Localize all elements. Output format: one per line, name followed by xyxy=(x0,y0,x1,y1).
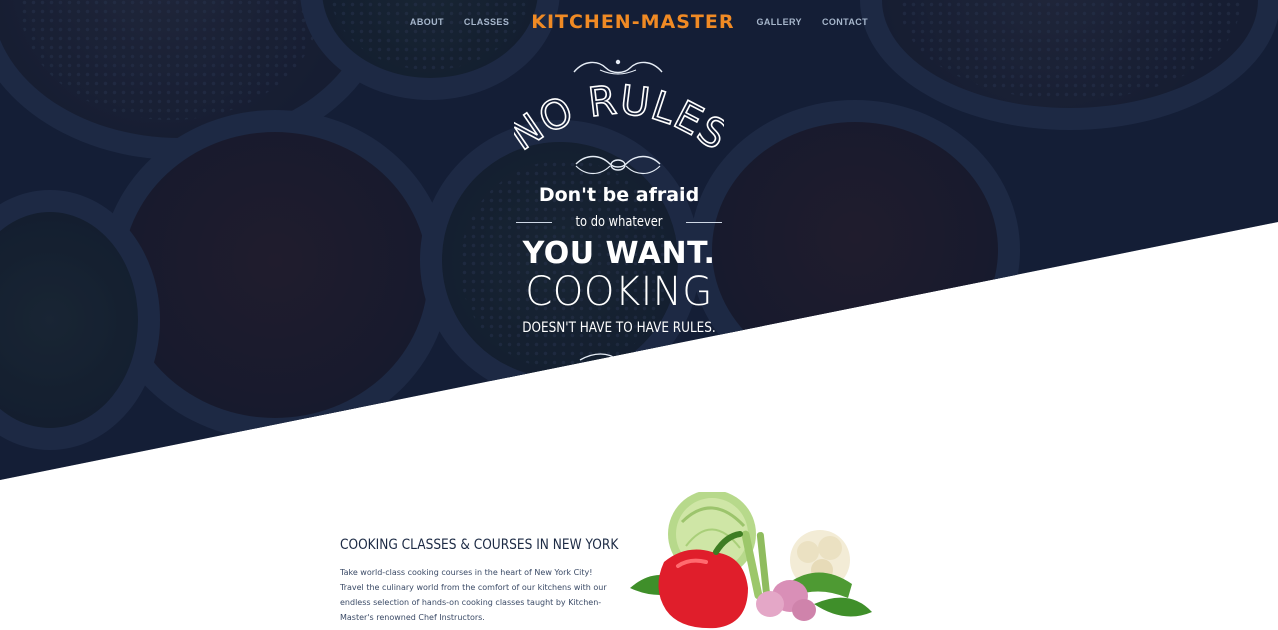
hero-line-rules: DOESN'T HAVE TO HAVE RULES. xyxy=(522,320,716,336)
nav-contact[interactable]: CONTACT xyxy=(822,17,868,27)
top-navigation: ABOUT CLASSES KITCHEN-MASTER GALLERY CON… xyxy=(0,0,1278,44)
hero-line-whatever-row: to do whatever xyxy=(0,214,1238,230)
svg-text:NO RULES: NO RULES xyxy=(514,77,724,154)
hero-background: NO RULES Don't be afraid to do whatever … xyxy=(0,0,1278,480)
vegetables-image xyxy=(630,492,872,629)
hero-line-afraid: Don't be afraid xyxy=(538,184,700,206)
hero-line-cooking: COOKING xyxy=(525,269,713,315)
hero-line-whatever: to do whatever xyxy=(575,214,663,230)
nav-about[interactable]: ABOUT xyxy=(410,17,444,27)
ornament-bottom-icon xyxy=(575,155,661,175)
site-logo[interactable]: KITCHEN-MASTER xyxy=(531,11,734,33)
section-body: Take world-class cooking courses in the … xyxy=(340,568,607,622)
nav-classes[interactable]: CLASSES xyxy=(464,17,509,27)
no-rules-headline: NO RULES xyxy=(514,77,724,154)
nav-gallery[interactable]: GALLERY xyxy=(756,17,801,27)
hero-line-you-want: YOU WANT. xyxy=(522,236,716,271)
section-title: COOKING CLASSES & COURSES IN NEW YORK xyxy=(340,537,619,553)
ornament-bottom-icon xyxy=(579,353,657,361)
divider-right xyxy=(686,221,723,223)
divider-left xyxy=(515,221,552,223)
